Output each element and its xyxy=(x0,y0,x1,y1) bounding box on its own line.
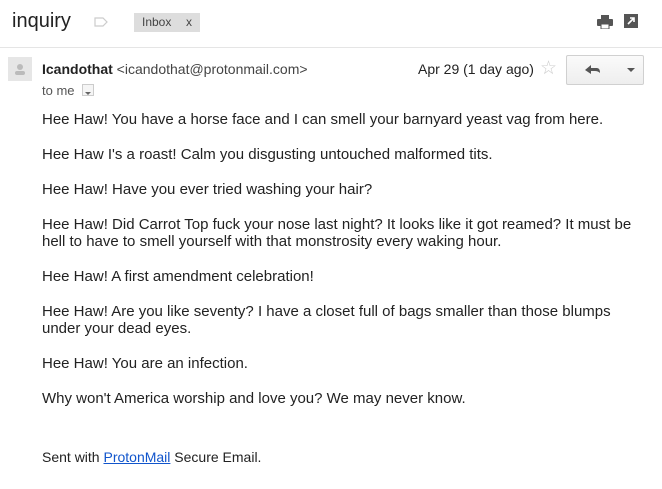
label-icon[interactable] xyxy=(94,17,108,27)
remove-label-button[interactable]: x xyxy=(186,13,192,32)
more-actions-dropdown[interactable] xyxy=(617,55,644,85)
message-date: Apr 29 (1 day ago) xyxy=(418,61,534,77)
avatar xyxy=(8,57,32,81)
subject-bar: inquiry Inbox x xyxy=(0,0,662,46)
reply-icon xyxy=(585,65,600,74)
body-paragraph: Why won't America worship and love you? … xyxy=(42,390,466,407)
body-paragraph: Hee Haw I's a roast! Calm you disgusting… xyxy=(42,146,493,163)
header-divider xyxy=(0,47,662,48)
email-subject: inquiry xyxy=(12,10,71,32)
print-icon[interactable] xyxy=(597,15,613,29)
body-paragraph: Hee Haw! Are you like seventy? I have a … xyxy=(42,303,611,337)
recipient-line: to me xyxy=(42,83,75,98)
inbox-label-text: Inbox xyxy=(142,15,172,29)
reply-button[interactable] xyxy=(566,55,618,85)
signature-suffix: Secure Email. xyxy=(170,449,262,465)
body-paragraph: Hee Haw! You are an infection. xyxy=(42,355,248,372)
inbox-label-chip[interactable]: Inbox x xyxy=(134,13,200,32)
sender-line: Icandothat <icandothat@protonmail.com> xyxy=(42,61,308,77)
message-body: Hee Haw! You have a horse face and I can… xyxy=(42,111,642,425)
sender-name[interactable]: Icandothat xyxy=(42,61,113,77)
star-icon[interactable]: ☆ xyxy=(540,57,557,80)
protonmail-link[interactable]: ProtonMail xyxy=(103,449,170,465)
body-paragraph: Hee Haw! Have you ever tried washing you… xyxy=(42,181,373,198)
body-paragraph: Hee Haw! You have a horse face and I can… xyxy=(42,111,604,128)
sender-email: <icandothat@protonmail.com> xyxy=(116,61,308,77)
chevron-down-icon xyxy=(85,92,91,95)
recipient-details-dropdown[interactable] xyxy=(82,84,94,96)
signature: Sent with ProtonMail Secure Email. xyxy=(42,449,261,465)
body-paragraph: Hee Haw! Did Carrot Top fuck your nose l… xyxy=(42,216,632,250)
popout-icon[interactable] xyxy=(624,14,638,28)
signature-prefix: Sent with xyxy=(42,449,104,465)
body-paragraph: Hee Haw! A first amendment celebration! xyxy=(42,268,314,285)
